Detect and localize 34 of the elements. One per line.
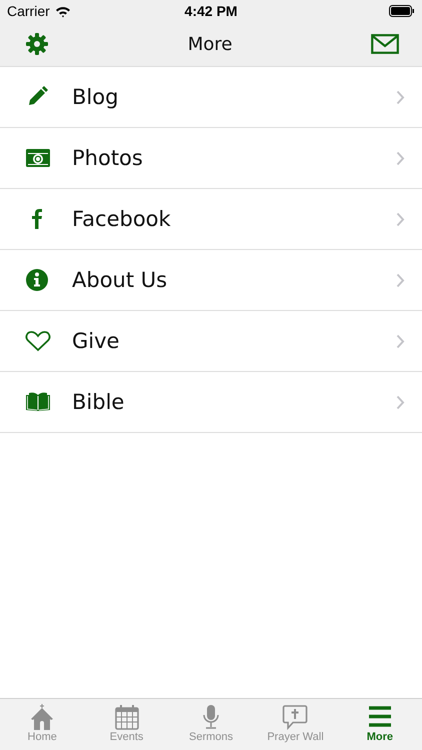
- menu-label: Bible: [72, 390, 126, 414]
- chevron-icon: [396, 272, 405, 288]
- menu-icon: [366, 704, 393, 730]
- menu-item[interactable]: Give: [0, 311, 422, 372]
- menu-item[interactable]: About Us: [0, 250, 422, 311]
- chevron-icon: [396, 394, 405, 410]
- house-icon: [29, 704, 56, 730]
- menu-label: Blog: [72, 85, 120, 109]
- heart-icon: [25, 329, 51, 353]
- menu-item[interactable]: Blog: [0, 67, 422, 128]
- tab-button[interactable]: More: [338, 699, 422, 750]
- menu-label: Photos: [72, 146, 144, 170]
- wifi-icon: [54, 4, 71, 18]
- mail-button[interactable]: [371, 34, 399, 54]
- menu-item[interactable]: Photos: [0, 128, 422, 189]
- chevron-icon: [396, 212, 405, 226]
- settings-button[interactable]: [25, 32, 49, 56]
- carrier-name: Carrier: [7, 3, 50, 19]
- menu-item[interactable]: Facebook: [0, 189, 422, 250]
- chevron-icon: [396, 90, 405, 104]
- menu-label: Facebook: [72, 207, 172, 231]
- battery-icon: [389, 5, 416, 17]
- cross-speech-bubble-icon: [282, 704, 308, 730]
- info-icon: [25, 268, 51, 292]
- camera-icon: [25, 146, 51, 170]
- book-icon: [25, 390, 51, 414]
- menu-label: About Us: [72, 268, 168, 292]
- screen-title: More: [188, 34, 232, 54]
- menu-item[interactable]: Bible: [0, 372, 422, 433]
- chevron-icon: [396, 150, 405, 166]
- calendar-icon: [114, 704, 140, 730]
- chevron-icon: [396, 334, 405, 348]
- status-time: 4:42 PM: [184, 3, 238, 19]
- menu-label: Give: [72, 329, 120, 353]
